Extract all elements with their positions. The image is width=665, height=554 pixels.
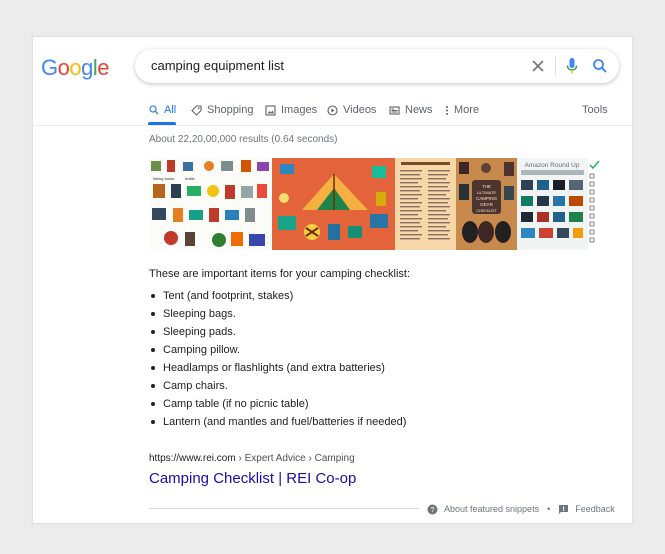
google-logo[interactable]: G o o g l e bbox=[41, 55, 110, 81]
search-results-card: G o o g l e camping equipment list All S… bbox=[32, 36, 633, 524]
results-stats: About 22,20,00,000 results (0.64 seconds… bbox=[149, 134, 338, 145]
tag-icon bbox=[191, 104, 202, 116]
svg-text:Amazon Round Up: Amazon Round Up bbox=[525, 162, 580, 169]
logo-letter: G bbox=[41, 55, 58, 80]
svg-text:hiking boots: hiking boots bbox=[153, 176, 174, 181]
result-path: › Expert Advice › Camping bbox=[235, 453, 355, 464]
list-item: Headlamps or flashlights (and extra batt… bbox=[149, 359, 406, 377]
result-title-link[interactable]: Camping Checklist | REI Co-op bbox=[149, 470, 356, 487]
microphone-icon[interactable] bbox=[566, 57, 578, 75]
result-breadcrumb[interactable]: https://www.rei.com › Expert Advice › Ca… bbox=[149, 453, 355, 464]
tab-images[interactable]: Images bbox=[265, 101, 317, 119]
snippet-footer: ? About featured snippets • Feedback bbox=[427, 502, 615, 516]
snippet-list: Tent (and footprint, stakes) Sleeping ba… bbox=[149, 287, 406, 431]
search-tabs: All Shopping Images Videos News More Too… bbox=[33, 101, 632, 125]
list-item: Camp table (if no picnic table) bbox=[149, 395, 406, 413]
snippet-intro: These are important items for your campi… bbox=[149, 268, 411, 280]
tab-label: Tools bbox=[582, 104, 608, 116]
list-item: Camping pillow. bbox=[149, 341, 406, 359]
logo-letter: g bbox=[81, 55, 93, 80]
search-icon[interactable] bbox=[592, 58, 608, 74]
tab-news[interactable]: News bbox=[389, 101, 433, 119]
svg-text:THE: THE bbox=[482, 184, 491, 189]
logo-letter: o bbox=[57, 55, 70, 80]
tab-label: News bbox=[405, 104, 433, 116]
tab-more[interactable]: More bbox=[445, 101, 479, 119]
result-url: https://www.rei.com bbox=[149, 453, 236, 464]
tab-shopping[interactable]: Shopping bbox=[191, 101, 254, 119]
thumbnail-amazon-roundup[interactable]: Amazon Round Up bbox=[517, 158, 588, 250]
clear-icon[interactable] bbox=[531, 59, 545, 73]
list-item: Sleeping pads. bbox=[149, 323, 406, 341]
search-divider bbox=[555, 57, 556, 75]
more-vert-icon bbox=[445, 105, 449, 116]
footer-divider bbox=[149, 508, 419, 509]
svg-text:ULTIMATE: ULTIMATE bbox=[477, 190, 497, 195]
feedback-icon bbox=[558, 504, 569, 515]
tab-label: Videos bbox=[343, 104, 377, 116]
svg-text:bottle: bottle bbox=[185, 176, 196, 181]
thumbnail-tent-illustration[interactable] bbox=[272, 158, 395, 250]
thumbnail-checklist-printable[interactable] bbox=[395, 158, 456, 250]
tabs-divider bbox=[33, 125, 632, 126]
logo-letter: e bbox=[97, 55, 110, 80]
search-box[interactable]: camping equipment list bbox=[135, 49, 619, 83]
image-carousel: hiking boots bottle THE ULTIMATE CAMPING… bbox=[149, 158, 600, 250]
tab-label: Shopping bbox=[207, 104, 254, 116]
svg-text:?: ? bbox=[430, 505, 434, 514]
footer-separator: • bbox=[547, 504, 551, 514]
feedback-label: Feedback bbox=[575, 504, 615, 514]
list-item: Lantern (and mantles and fuel/batteries … bbox=[149, 413, 406, 431]
thumbnail-camping-items[interactable]: hiking boots bottle bbox=[149, 158, 272, 250]
tab-all[interactable]: All bbox=[149, 101, 176, 119]
search-icon bbox=[149, 105, 159, 115]
video-icon bbox=[327, 104, 338, 116]
list-item: Sleeping bags. bbox=[149, 305, 406, 323]
about-label: About featured snippets bbox=[444, 504, 540, 514]
tools-button[interactable]: Tools bbox=[582, 101, 608, 119]
tab-label: Images bbox=[281, 104, 318, 116]
svg-text:GEAR: GEAR bbox=[480, 202, 494, 207]
feedback-button[interactable]: Feedback bbox=[558, 504, 615, 515]
list-item: Tent (and footprint, stakes) bbox=[149, 287, 406, 305]
list-item: Camp chairs. bbox=[149, 377, 406, 395]
tab-label: More bbox=[454, 104, 480, 116]
tab-videos[interactable]: Videos bbox=[327, 101, 376, 119]
thumbnail-checklist[interactable] bbox=[588, 158, 600, 250]
help-icon: ? bbox=[427, 504, 438, 515]
svg-text:CHECKLIST: CHECKLIST bbox=[476, 209, 497, 213]
svg-text:CAMPING: CAMPING bbox=[476, 196, 498, 201]
news-icon bbox=[389, 105, 400, 116]
thumbnail-ultimate-checklist[interactable]: THE ULTIMATE CAMPING GEAR CHECKLIST bbox=[456, 158, 517, 250]
about-featured-snippets[interactable]: ? About featured snippets bbox=[427, 504, 539, 515]
search-input[interactable]: camping equipment list bbox=[151, 58, 511, 74]
tab-label: All bbox=[164, 104, 177, 116]
logo-letter: o bbox=[69, 55, 82, 80]
image-icon bbox=[265, 104, 276, 116]
